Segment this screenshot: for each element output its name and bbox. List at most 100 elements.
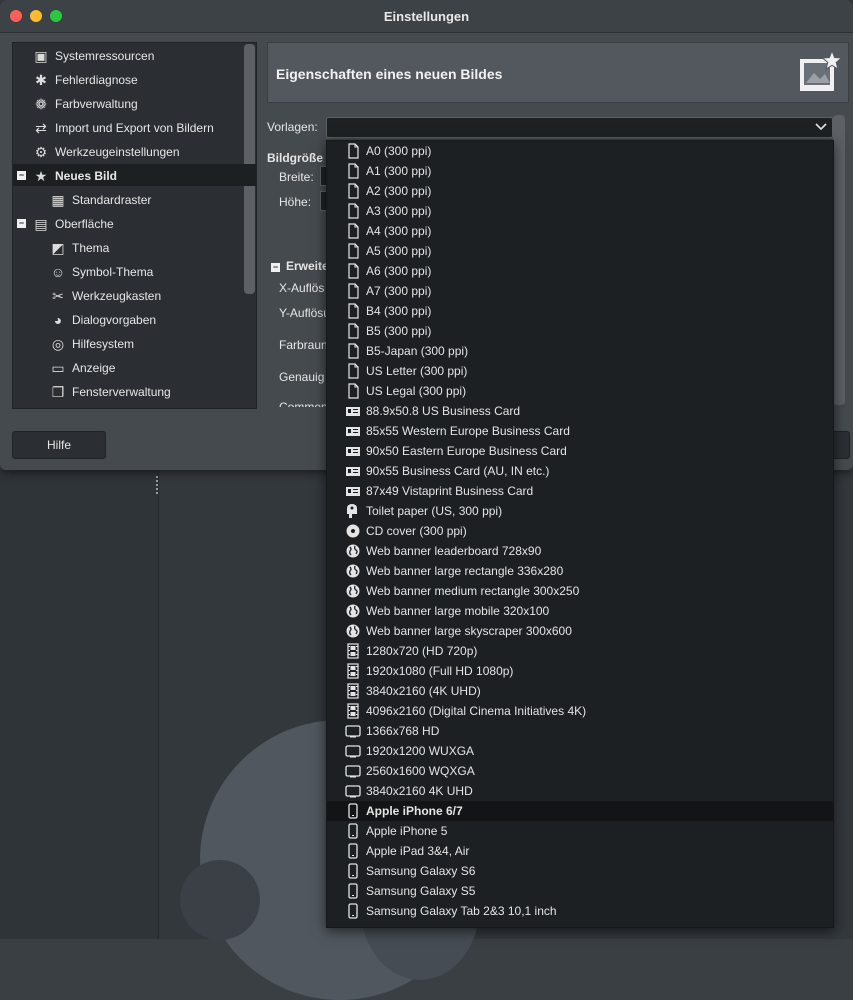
template-option[interactable]: Toilet paper (US, 300 ppi) xyxy=(327,501,833,521)
template-option[interactable]: B5-Japan (300 ppi) xyxy=(327,341,833,361)
tree-item[interactable]: ◩ Thema xyxy=(48,236,109,258)
tree-collapse-toggle[interactable]: − xyxy=(17,219,26,228)
page-icon xyxy=(348,323,359,339)
business-card-icon xyxy=(346,487,360,496)
template-option[interactable]: 1920x1200 WUXGA xyxy=(327,741,833,761)
globe-icon xyxy=(346,624,360,638)
template-option-label: A7 (300 ppi) xyxy=(366,284,432,298)
film-icon xyxy=(347,643,359,659)
template-option-label: 85x55 Western Europe Business Card xyxy=(366,424,570,438)
dialog-defaults-icon: ◕ xyxy=(53,311,63,328)
colorspace-label: Farbraun xyxy=(279,338,328,352)
template-option[interactable]: A6 (300 ppi) xyxy=(327,261,833,281)
template-option[interactable]: Web banner leaderboard 728x90 xyxy=(327,541,833,561)
template-option[interactable]: 90x55 Business Card (AU, IN etc.) xyxy=(327,461,833,481)
template-option[interactable]: B5 (300 ppi) xyxy=(327,321,833,341)
tree-item[interactable]: ▣ Systemressourcen xyxy=(31,44,154,66)
template-option[interactable]: 88.9x50.8 US Business Card xyxy=(327,401,833,421)
tree-item-label: Anzeige xyxy=(72,360,116,375)
tree-collapse-toggle[interactable]: − xyxy=(17,171,26,180)
tree-item[interactable]: ⚙ Werkzeugeinstellungen xyxy=(31,140,180,162)
template-option[interactable]: Samsung Galaxy S6 xyxy=(327,861,833,881)
template-option[interactable]: 90x50 Eastern Europe Business Card xyxy=(327,441,833,461)
tree-item[interactable]: ⇄ Import und Export von Bildern xyxy=(31,116,214,138)
template-option-label: 88.9x50.8 US Business Card xyxy=(366,404,521,418)
tree-item-label: Fensterverwaltung xyxy=(72,384,171,399)
template-option[interactable]: 85x55 Western Europe Business Card xyxy=(327,421,833,441)
template-option[interactable]: US Legal (300 ppi) xyxy=(327,381,833,401)
tree-item[interactable]: ❐ Fensterverwaltung xyxy=(48,380,171,402)
tree-item[interactable]: ★ Neues Bild xyxy=(13,164,256,186)
window-title: Einstellungen xyxy=(383,9,470,24)
tree-item[interactable]: ▤ Oberfläche xyxy=(31,212,114,234)
template-option[interactable]: Samsung Galaxy Tab 2&3 10,1 inch xyxy=(327,901,833,921)
template-option[interactable]: Web banner large skyscraper 300x600 xyxy=(327,621,833,641)
template-option-label: A4 (300 ppi) xyxy=(366,224,432,238)
template-option[interactable]: 87x49 Vistaprint Business Card xyxy=(327,481,833,501)
toilet-paper-icon xyxy=(347,504,357,518)
template-option[interactable]: 3840x2160 (4K UHD) xyxy=(327,681,833,701)
template-option[interactable]: A7 (300 ppi) xyxy=(327,281,833,301)
template-option[interactable]: A3 (300 ppi) xyxy=(327,201,833,221)
template-option[interactable]: 1920x1080 (Full HD 1080p) xyxy=(327,661,833,681)
tree-item-label: Dialogvorgaben xyxy=(72,312,157,327)
tree-item[interactable]: ◎ Hilfesystem xyxy=(48,332,134,354)
monitor-icon xyxy=(345,765,361,778)
film-icon xyxy=(347,663,359,679)
template-option[interactable]: 4096x2160 (Digital Cinema Initiatives 4K… xyxy=(327,701,833,721)
business-card-icon xyxy=(346,427,360,436)
template-option-label: US Letter (300 ppi) xyxy=(366,364,468,378)
tree-item[interactable]: ✱ Fehlerdiagnose xyxy=(31,68,138,90)
page-icon xyxy=(348,303,359,319)
image-size-heading: Bildgröße xyxy=(267,151,323,165)
template-option[interactable]: 2560x1600 WQXGA xyxy=(327,761,833,781)
template-option[interactable]: Web banner large mobile 320x100 xyxy=(327,601,833,621)
advanced-collapse-toggle[interactable]: − xyxy=(271,263,280,272)
page-scrollbar[interactable] xyxy=(833,115,845,405)
preferences-category-tree[interactable]: ▣ Systemressourcen ✱ Fehlerdiagnose ❁ Farbver… xyxy=(12,42,257,409)
template-option-label: 87x49 Vistaprint Business Card xyxy=(366,484,534,498)
tree-item[interactable]: ☺ Symbol-Thema xyxy=(48,260,154,282)
tree-item-label: Oberfläche xyxy=(55,216,114,231)
template-option[interactable]: 1366x768 HD xyxy=(327,721,833,741)
grid-icon: ▦ xyxy=(51,191,65,208)
page-icon xyxy=(348,243,359,259)
import-export-icon: ⇄ xyxy=(35,119,47,136)
template-option[interactable]: CD cover (300 ppi) xyxy=(327,521,833,541)
globe-icon xyxy=(346,544,360,558)
tree-item[interactable]: ▦ Standardraster xyxy=(48,188,151,210)
templates-combo[interactable] xyxy=(326,117,833,138)
template-option-label: A6 (300 ppi) xyxy=(366,264,432,278)
help-button[interactable]: Hilfe xyxy=(12,431,106,459)
template-option[interactable]: Apple iPad 3&4, Air xyxy=(327,841,833,861)
template-option[interactable]: B4 (300 ppi) xyxy=(327,301,833,321)
template-option[interactable]: A1 (300 ppi) xyxy=(327,161,833,181)
template-option[interactable]: Web banner large rectangle 336x280 xyxy=(327,561,833,581)
templates-dropdown-list[interactable]: A0 (300 ppi) A1 (300 ppi) A2 (300 ppi) A3 (… xyxy=(326,140,834,928)
template-option[interactable]: A5 (300 ppi) xyxy=(327,241,833,261)
wilber-bug-icon: ✱ xyxy=(35,71,47,88)
template-option[interactable]: Samsung Galaxy S5 xyxy=(327,881,833,901)
template-option[interactable]: A2 (300 ppi) xyxy=(327,181,833,201)
tree-item[interactable]: ▭ Anzeige xyxy=(48,356,115,378)
tree-item-label: Neues Bild xyxy=(55,168,118,183)
template-option-label: Samsung Galaxy S5 xyxy=(366,884,476,898)
template-option[interactable]: Apple iPhone 6/7 xyxy=(327,801,833,821)
template-option[interactable]: Apple iPhone 5 xyxy=(327,821,833,841)
tree-item[interactable]: ◕ Dialogvorgaben xyxy=(48,308,156,330)
tree-item[interactable]: ❁ Farbverwaltung xyxy=(31,92,138,114)
tree-item[interactable]: ✂ Werkzeugkasten xyxy=(48,284,161,306)
template-option-label: Samsung Galaxy S6 xyxy=(366,864,476,878)
page-icon xyxy=(348,283,359,299)
template-option[interactable]: A4 (300 ppi) xyxy=(327,221,833,241)
title-bar: Einstellungen xyxy=(0,0,853,33)
template-option[interactable]: Web banner medium rectangle 300x250 xyxy=(327,581,833,601)
template-option[interactable]: 1280x720 (HD 720p) xyxy=(327,641,833,661)
template-option[interactable]: 3840x2160 4K UHD xyxy=(327,781,833,801)
template-option-label: B4 (300 ppi) xyxy=(366,304,432,318)
dock-resize-handle[interactable] xyxy=(156,476,158,496)
template-option[interactable]: US Letter (300 ppi) xyxy=(327,361,833,381)
template-option-label: Web banner large mobile 320x100 xyxy=(366,604,550,618)
wilber-watermark-eye xyxy=(180,860,260,940)
template-option[interactable]: A0 (300 ppi) xyxy=(327,141,833,161)
